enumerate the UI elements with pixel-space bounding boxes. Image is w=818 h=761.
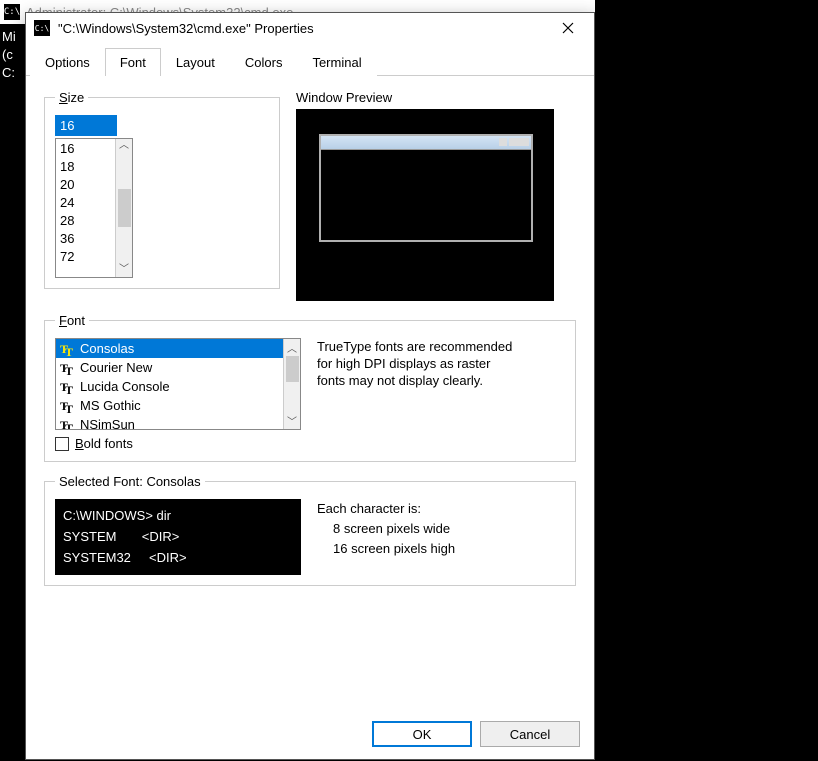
truetype-icon	[60, 418, 76, 430]
size-listbox[interactable]: 16 18 20 24 28 36 72 ︿ ﹀	[55, 138, 133, 278]
font-option-nsimsun[interactable]: NSimSun	[56, 415, 283, 429]
char-width-text: 8 screen pixels wide	[317, 519, 455, 539]
scroll-thumb[interactable]	[286, 356, 299, 382]
bold-fonts-checkbox[interactable]	[55, 437, 69, 451]
properties-dialog: C:\ "C:\Windows\System32\cmd.exe" Proper…	[25, 12, 595, 760]
tab-content: Size 16 18 20 24 28 36 72 ︿	[26, 76, 594, 709]
scroll-down-icon[interactable]: ﹀	[287, 412, 297, 429]
tab-layout[interactable]: Layout	[161, 48, 230, 76]
preview-window	[319, 134, 533, 242]
size-option[interactable]: 28	[57, 212, 114, 230]
font-option-lucida-console[interactable]: Lucida Console	[56, 377, 283, 396]
preview-window-titlebar	[321, 136, 531, 150]
cancel-button[interactable]: Cancel	[480, 721, 580, 747]
size-option[interactable]: 36	[57, 230, 114, 248]
cmd-icon: C:\	[34, 20, 50, 36]
selected-font-legend: Selected Font: Consolas	[55, 474, 205, 489]
font-group: Font Consolas Courier New Lucida Console…	[44, 313, 576, 462]
font-scrollbar[interactable]: ︿ ﹀	[283, 339, 300, 429]
preview-label: Window Preview	[296, 90, 554, 105]
size-option[interactable]: 18	[57, 158, 114, 176]
dialog-titlebar: C:\ "C:\Windows\System32\cmd.exe" Proper…	[26, 13, 594, 43]
size-input[interactable]	[55, 115, 117, 136]
truetype-icon	[60, 380, 76, 394]
tab-terminal[interactable]: Terminal	[297, 48, 376, 76]
size-scrollbar[interactable]: ︿ ﹀	[115, 139, 132, 277]
dialog-title: "C:\Windows\System32\cmd.exe" Properties	[58, 21, 542, 36]
size-option[interactable]: 24	[57, 194, 114, 212]
scroll-down-icon[interactable]: ﹀	[119, 265, 129, 275]
font-listbox[interactable]: Consolas Courier New Lucida Console MS G…	[55, 338, 301, 430]
ok-button[interactable]: OK	[372, 721, 472, 747]
tab-font[interactable]: Font	[105, 48, 161, 76]
tab-strip: Options Font Layout Colors Terminal	[26, 47, 594, 76]
scroll-up-icon[interactable]: ︿	[287, 339, 297, 356]
size-option[interactable]: 72	[57, 248, 114, 266]
size-option[interactable]: 20	[57, 176, 114, 194]
preview-column: Window Preview	[296, 90, 554, 301]
scroll-thumb[interactable]	[118, 189, 131, 227]
font-option-courier-new[interactable]: Courier New	[56, 358, 283, 377]
char-height-text: 16 screen pixels high	[317, 539, 455, 559]
scroll-up-icon[interactable]: ︿	[119, 141, 129, 151]
font-option-ms-gothic[interactable]: MS Gothic	[56, 396, 283, 415]
char-info-label: Each character is:	[317, 499, 455, 519]
char-info: Each character is: 8 screen pixels wide …	[317, 499, 455, 559]
size-group: Size 16 18 20 24 28 36 72 ︿	[44, 90, 280, 289]
size-legend: Size	[55, 90, 88, 105]
size-option[interactable]: 16	[57, 140, 114, 158]
cmd-icon: C:\	[4, 4, 20, 20]
truetype-icon	[60, 399, 76, 413]
close-icon	[562, 22, 574, 34]
font-hint-text: TrueType fonts are recommended for high …	[317, 338, 517, 389]
tab-colors[interactable]: Colors	[230, 48, 298, 76]
font-option-consolas[interactable]: Consolas	[56, 339, 283, 358]
preview-box	[296, 109, 554, 301]
font-legend: Font	[55, 313, 89, 328]
truetype-icon	[60, 361, 76, 375]
dialog-footer: OK Cancel	[26, 709, 594, 759]
font-sample-box: C:\WINDOWS> dir SYSTEM <DIR> SYSTEM32 <D…	[55, 499, 301, 575]
bold-fonts-label: Bold fonts	[75, 436, 133, 451]
tab-options[interactable]: Options	[30, 48, 105, 76]
selected-font-group: Selected Font: Consolas C:\WINDOWS> dir …	[44, 474, 576, 586]
close-button[interactable]	[550, 15, 586, 41]
background-terminal-text: Mi (c C:	[0, 26, 18, 84]
truetype-icon	[60, 342, 76, 356]
